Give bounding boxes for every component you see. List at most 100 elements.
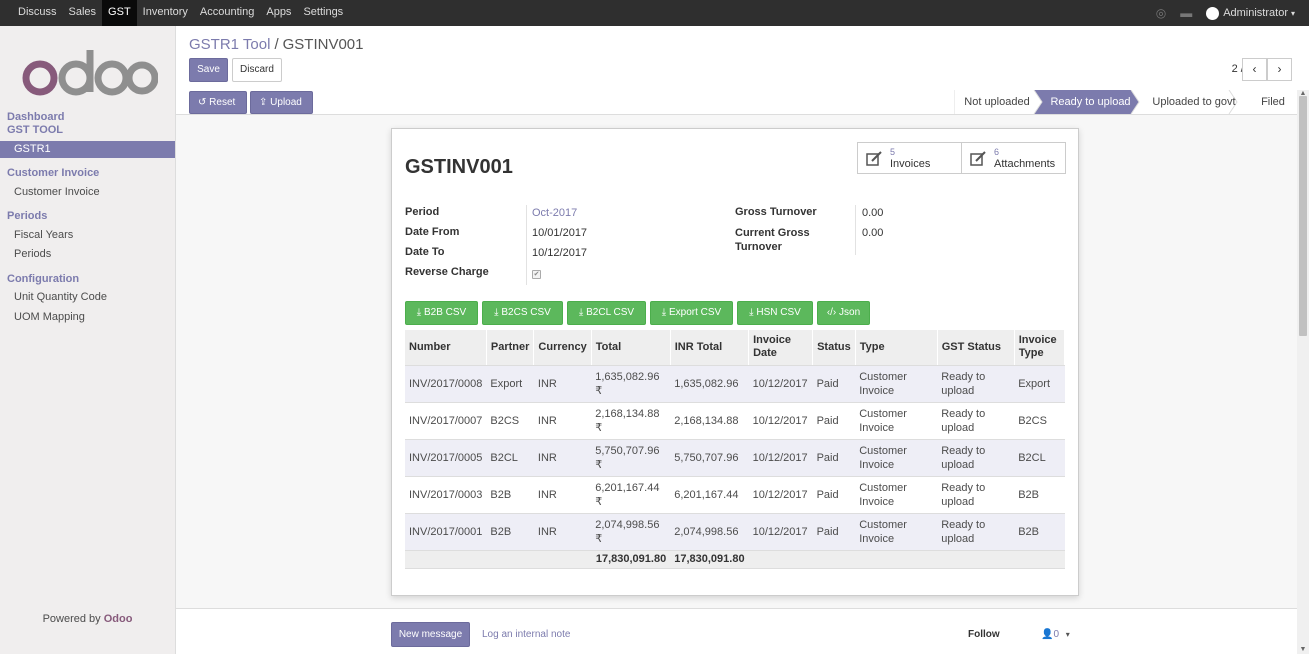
col-currency[interactable]: Currency [533,330,592,366]
sidebar-item-periods[interactable]: Periods [0,246,175,263]
attachments-count: 6 [994,147,1000,157]
cell-type: Customer Invoice [855,365,938,403]
caret-down-icon: ▾ [1065,630,1070,639]
upload-button[interactable]: ⇪ Upload [250,91,313,114]
cell-invoice-date: 10/12/2017 [748,402,813,440]
odoo-logo[interactable] [18,48,158,98]
powered-by: Powered by Odoo [0,613,175,625]
stage-ready-to-upload[interactable]: Ready to upload [1042,90,1139,114]
export-csv-button[interactable]: ⤓ Export CSV [650,301,733,325]
cell-number: INV/2017/0003 [405,476,487,514]
discard-button[interactable]: Discard [232,58,282,82]
cell-inr-total: 6,201,167.44 [670,476,749,514]
col-invoice-date[interactable]: Invoice Date [748,330,814,366]
camera-icon[interactable]: ◎ [1156,6,1166,20]
follow-button[interactable]: Follow [968,629,1000,640]
table-row[interactable]: INV/2017/0007 B2CS INR 2,168,134.88 ₹ 2,… [405,402,1065,440]
cell-invoice-date: 10/12/2017 [748,513,813,551]
menu-apps[interactable]: Apps [260,0,297,26]
user-name: Administrator [1223,7,1288,19]
page-scrollbar[interactable]: ▲ ▼ [1297,90,1309,654]
attachments-smart-button[interactable]: 6 Attachments [961,142,1066,174]
b2b-csv-button[interactable]: ⤓ B2B CSV [405,301,478,325]
cell-invoice-type: B2CS [1014,402,1065,440]
scroll-down-arrow[interactable]: ▼ [1297,646,1309,654]
sidebar-item-customer-invoice[interactable]: Customer Invoice [0,184,175,201]
download-icon: ⤓ [578,307,584,318]
json-button[interactable]: ‹/› Json [817,301,870,325]
sidebar-item-gstr1[interactable]: GSTR1 [0,141,175,158]
table-row[interactable]: INV/2017/0003 B2B INR 6,201,167.44 ₹ 6,2… [405,476,1065,514]
table-totals-row: 17,830,091.80 17,830,091.80 [405,550,1065,569]
col-inr-total[interactable]: INR Total [670,330,750,366]
pager-previous-button[interactable]: ‹ [1242,58,1267,81]
table-row[interactable]: INV/2017/0001 B2B INR 2,074,998.56 ₹ 2,0… [405,513,1065,551]
cell-currency: INR [533,476,592,514]
sum-total: 17,830,091.80 [591,550,671,569]
new-message-button[interactable]: New message [391,622,470,647]
b2cs-csv-button[interactable]: ⤓ B2CS CSV [482,301,563,325]
cell-invoice-date: 10/12/2017 [748,439,813,477]
col-invoice-type[interactable]: Invoice Type [1014,330,1066,366]
cell-partner: B2CL [486,439,534,477]
field-value-gross-turnover[interactable]: 0.00 [862,207,883,219]
col-number[interactable]: Number [405,330,487,366]
sidebar-item-uom-mapping[interactable]: UOM Mapping [0,309,175,326]
col-type[interactable]: Type [855,330,938,366]
cell-currency: INR [533,402,592,440]
breadcrumb-parent[interactable]: GSTR1 Tool [189,36,270,53]
stage-uploaded-to-govt[interactable]: Uploaded to govt [1141,90,1247,114]
pager-next-button[interactable]: › [1267,58,1292,81]
invoices-smart-button[interactable]: 5 Invoices [857,142,962,174]
sidebar-head-gst-tool[interactable]: GST TOOL [7,124,63,136]
reset-button[interactable]: ↺ Reset [189,91,247,114]
sidebar-item-unit-quantity-code[interactable]: Unit Quantity Code [0,289,175,306]
menu-discuss[interactable]: Discuss [12,0,63,26]
table-row[interactable]: INV/2017/0008 Export INR 1,635,082.96 ₹ … [405,365,1065,403]
menu-settings[interactable]: Settings [297,0,349,26]
download-icon: ⤓ [416,307,422,318]
save-button[interactable]: Save [189,58,228,82]
field-label-period: Period [405,206,440,218]
sidebar-head-customer-invoice[interactable]: Customer Invoice [7,167,99,179]
field-value-current-gross-turnover[interactable]: 0.00 [862,227,883,239]
field-value-date-from[interactable]: 10/01/2017 [532,227,587,239]
hsn-csv-button[interactable]: ⤓ HSN CSV [737,301,813,325]
cell-type: Customer Invoice [855,439,938,477]
menu-gst[interactable]: GST [102,0,137,26]
col-gst-status[interactable]: GST Status [937,330,1015,366]
reset-label: Reset [209,97,236,108]
table-row[interactable]: INV/2017/0005 B2CL INR 5,750,707.96 ₹ 5,… [405,439,1065,477]
cell-type: Customer Invoice [855,402,938,440]
scrollbar-thumb[interactable] [1299,96,1307,336]
col-total[interactable]: Total [591,330,671,366]
menu-accounting[interactable]: Accounting [194,0,260,26]
sidebar-head-periods[interactable]: Periods [7,210,47,222]
cell-invoice-date: 10/12/2017 [748,476,813,514]
cell-gst-status: Ready to upload [937,476,1015,514]
cell-currency: INR [533,513,592,551]
col-status[interactable]: Status [812,330,856,366]
b2cl-csv-button[interactable]: ⤓ B2CL CSV [567,301,646,325]
field-value-date-to[interactable]: 10/12/2017 [532,247,587,259]
menu-inventory[interactable]: Inventory [137,0,194,26]
chat-icon[interactable]: ▬ [1180,6,1192,20]
stage-filed[interactable]: Filed [1249,90,1297,114]
json-label: Json [839,307,861,318]
followers-count: 0 [1053,629,1060,640]
stage-not-uploaded[interactable]: Not uploaded [954,90,1040,114]
user-menu[interactable]: Administrator ▾ [1206,6,1295,20]
menu-sales[interactable]: Sales [63,0,103,26]
edit-icon [970,151,986,166]
field-value-period[interactable]: Oct-2017 [532,207,577,219]
sidebar-head-configuration[interactable]: Configuration [7,273,79,285]
log-note-link[interactable]: Log an internal note [482,629,570,640]
sidebar-item-fiscal-years[interactable]: Fiscal Years [0,227,175,244]
invoices-table: Number Partner Currency Total INR Total … [405,330,1066,569]
col-partner[interactable]: Partner [486,330,535,366]
followers-button[interactable]: 👤0 ▾ [1041,629,1070,640]
reverse-charge-checkbox[interactable]: ✔ [532,270,541,279]
powered-brand-link[interactable]: Odoo [104,613,133,625]
sidebar-head-dashboard[interactable]: Dashboard [7,111,64,123]
cell-invoice-type: Export [1014,365,1065,403]
